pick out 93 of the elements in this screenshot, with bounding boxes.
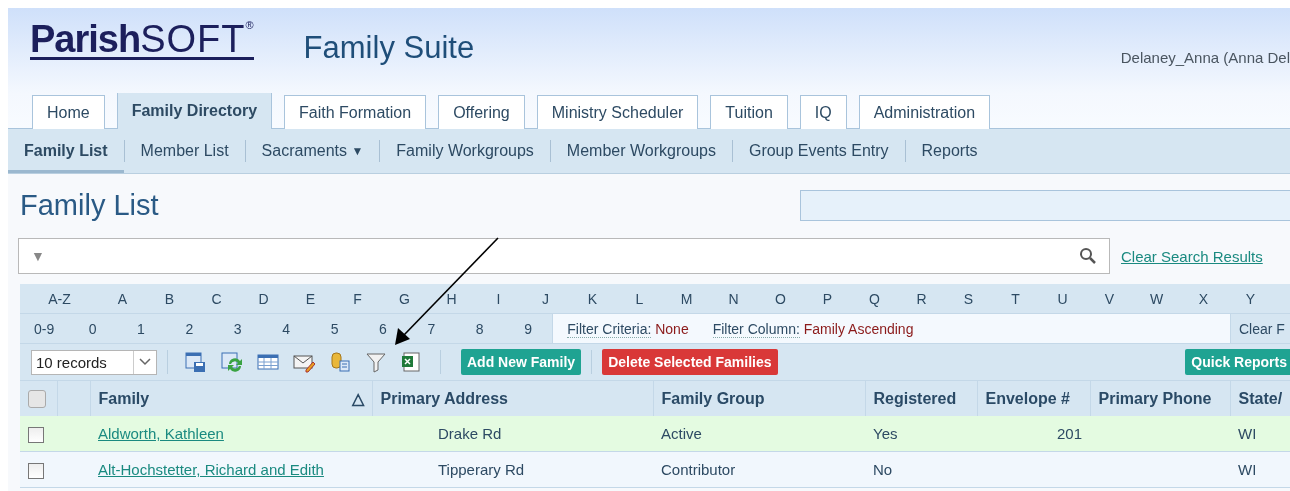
letter-filter[interactable]: W	[1133, 290, 1180, 307]
caret-icon	[139, 358, 151, 366]
table-cell: WI	[1230, 416, 1290, 452]
table-cell: WI	[1230, 451, 1290, 488]
digit-filter[interactable]: 8	[455, 320, 504, 337]
digit-filter[interactable]: 0	[68, 320, 117, 337]
filter-toggle[interactable]: ▼	[31, 248, 45, 264]
digit-filter[interactable]: 9	[503, 320, 553, 337]
quick-search-field[interactable]	[800, 190, 1290, 221]
letter-filter[interactable]: V	[1086, 290, 1133, 307]
filter-icon[interactable]	[365, 351, 387, 373]
column-header[interactable]: Family Group	[653, 381, 865, 416]
letter-filter[interactable]: X	[1180, 290, 1227, 307]
table-icon[interactable]	[257, 351, 279, 373]
letter-filter[interactable]: C	[193, 290, 240, 307]
letter-filter[interactable]: Y	[1227, 290, 1274, 307]
subnav-link[interactable]: Sacraments ▼	[245, 129, 380, 173]
column-header[interactable]: Family	[98, 389, 150, 408]
nav-tab[interactable]: Offering	[438, 95, 525, 129]
digit-filter[interactable]: 3	[213, 320, 262, 337]
filter-column: Filter Column: Family Ascending	[712, 320, 914, 337]
table-cell: 201	[1056, 425, 1082, 442]
letter-filter[interactable]: O	[757, 290, 804, 307]
digit-filter[interactable]: 4	[261, 320, 311, 337]
letter-filter[interactable]: B	[146, 290, 193, 307]
letter-filter[interactable]: K	[569, 290, 616, 307]
letter-filter[interactable]: M	[663, 290, 710, 307]
nav-tab[interactable]: Administration	[858, 95, 991, 129]
letter-filter[interactable]: S	[945, 290, 992, 307]
letter-filter[interactable]: R	[898, 290, 945, 307]
letter-filter[interactable]: I	[475, 290, 522, 307]
table-cell: Yes	[865, 416, 977, 452]
sort-indicator: △	[351, 389, 364, 408]
filter-criteria: Filter Criteria: None	[567, 320, 689, 337]
subnav-link[interactable]: Family List	[8, 129, 124, 173]
column-header[interactable]: State/	[1230, 381, 1290, 416]
column-header[interactable]: Primary Phone	[1090, 381, 1230, 416]
letter-filter[interactable]: A-Z	[20, 290, 99, 307]
page-title: Family List	[20, 188, 159, 222]
letter-filter[interactable]: A	[99, 290, 146, 307]
digit-filter[interactable]: 7	[407, 320, 456, 337]
row-checkbox[interactable]	[28, 462, 44, 479]
subnav-link[interactable]: Group Events Entry	[732, 129, 905, 173]
letter-filter[interactable]: D	[240, 290, 287, 307]
table-cell: Contributor	[653, 451, 865, 488]
letter-filter[interactable]: P	[804, 290, 851, 307]
subnav-link[interactable]: Member List	[124, 129, 245, 173]
table-cell: Tipperary Rd	[372, 451, 653, 488]
digit-filter[interactable]: 6	[358, 320, 408, 337]
digit-filter[interactable]: 0-9	[20, 320, 69, 337]
table-refresh-icon[interactable]	[221, 351, 243, 373]
search-icon[interactable]	[1079, 247, 1097, 265]
database-icon[interactable]	[329, 351, 351, 373]
nav-tab[interactable]: IQ	[799, 95, 847, 129]
subnav-link[interactable]: Family Workgroups	[380, 129, 550, 173]
letter-filter[interactable]: F	[334, 290, 381, 307]
column-header[interactable]: Registered	[865, 381, 977, 416]
table-cell: Active	[653, 416, 865, 452]
logo: ParishSOFT®	[30, 20, 254, 60]
letter-filter[interactable]: T	[992, 290, 1039, 307]
digit-filter[interactable]: 5	[310, 320, 359, 337]
digit-filter[interactable]: 2	[165, 320, 214, 337]
delete-families-button[interactable]: Delete Selected Families	[602, 349, 778, 375]
letter-filter[interactable]: U	[1039, 290, 1086, 307]
column-header[interactable]: Envelope #	[977, 381, 1090, 416]
subnav-link[interactable]: Reports	[905, 129, 994, 173]
table-cell: Drake Rd	[372, 416, 653, 452]
letter-filter[interactable]: L	[616, 290, 663, 307]
records-dropdown[interactable]: 10 records	[31, 349, 157, 375]
user-name: Delaney_Anna (Anna Del	[1120, 49, 1290, 66]
nav-tab[interactable]: Home	[32, 95, 105, 129]
letter-filter[interactable]: H	[428, 290, 475, 307]
nav-tab[interactable]: Ministry Scheduler	[536, 95, 699, 129]
clear-search-link[interactable]: Clear Search Results	[1121, 247, 1263, 265]
table-save-icon[interactable]	[185, 351, 207, 373]
spreadsheet-icon[interactable]	[401, 351, 423, 373]
nav-tab[interactable]: Tuition	[710, 95, 788, 129]
digit-filter[interactable]: 1	[116, 320, 166, 337]
letter-filter[interactable]: N	[710, 290, 757, 307]
suite-title: Family Suite	[303, 30, 475, 66]
search-field[interactable]: ▼	[18, 238, 1110, 274]
letter-filter[interactable]: G	[381, 290, 428, 307]
select-all-checkbox[interactable]	[28, 389, 46, 408]
letter-filter[interactable]: E	[287, 290, 334, 307]
row-checkbox[interactable]	[28, 426, 44, 443]
clear-filter-link[interactable]: Clear F	[1231, 320, 1290, 337]
letter-filter[interactable]: Q	[851, 290, 898, 307]
nav-tab[interactable]: Faith Formation	[284, 95, 427, 129]
letter-filter[interactable]: J	[522, 290, 569, 307]
column-header[interactable]: Primary Address	[372, 381, 653, 416]
subnav-link[interactable]: Member Workgroups	[550, 129, 732, 173]
nav-tab[interactable]: Family Directory	[116, 92, 273, 129]
table-cell: No	[865, 451, 977, 488]
